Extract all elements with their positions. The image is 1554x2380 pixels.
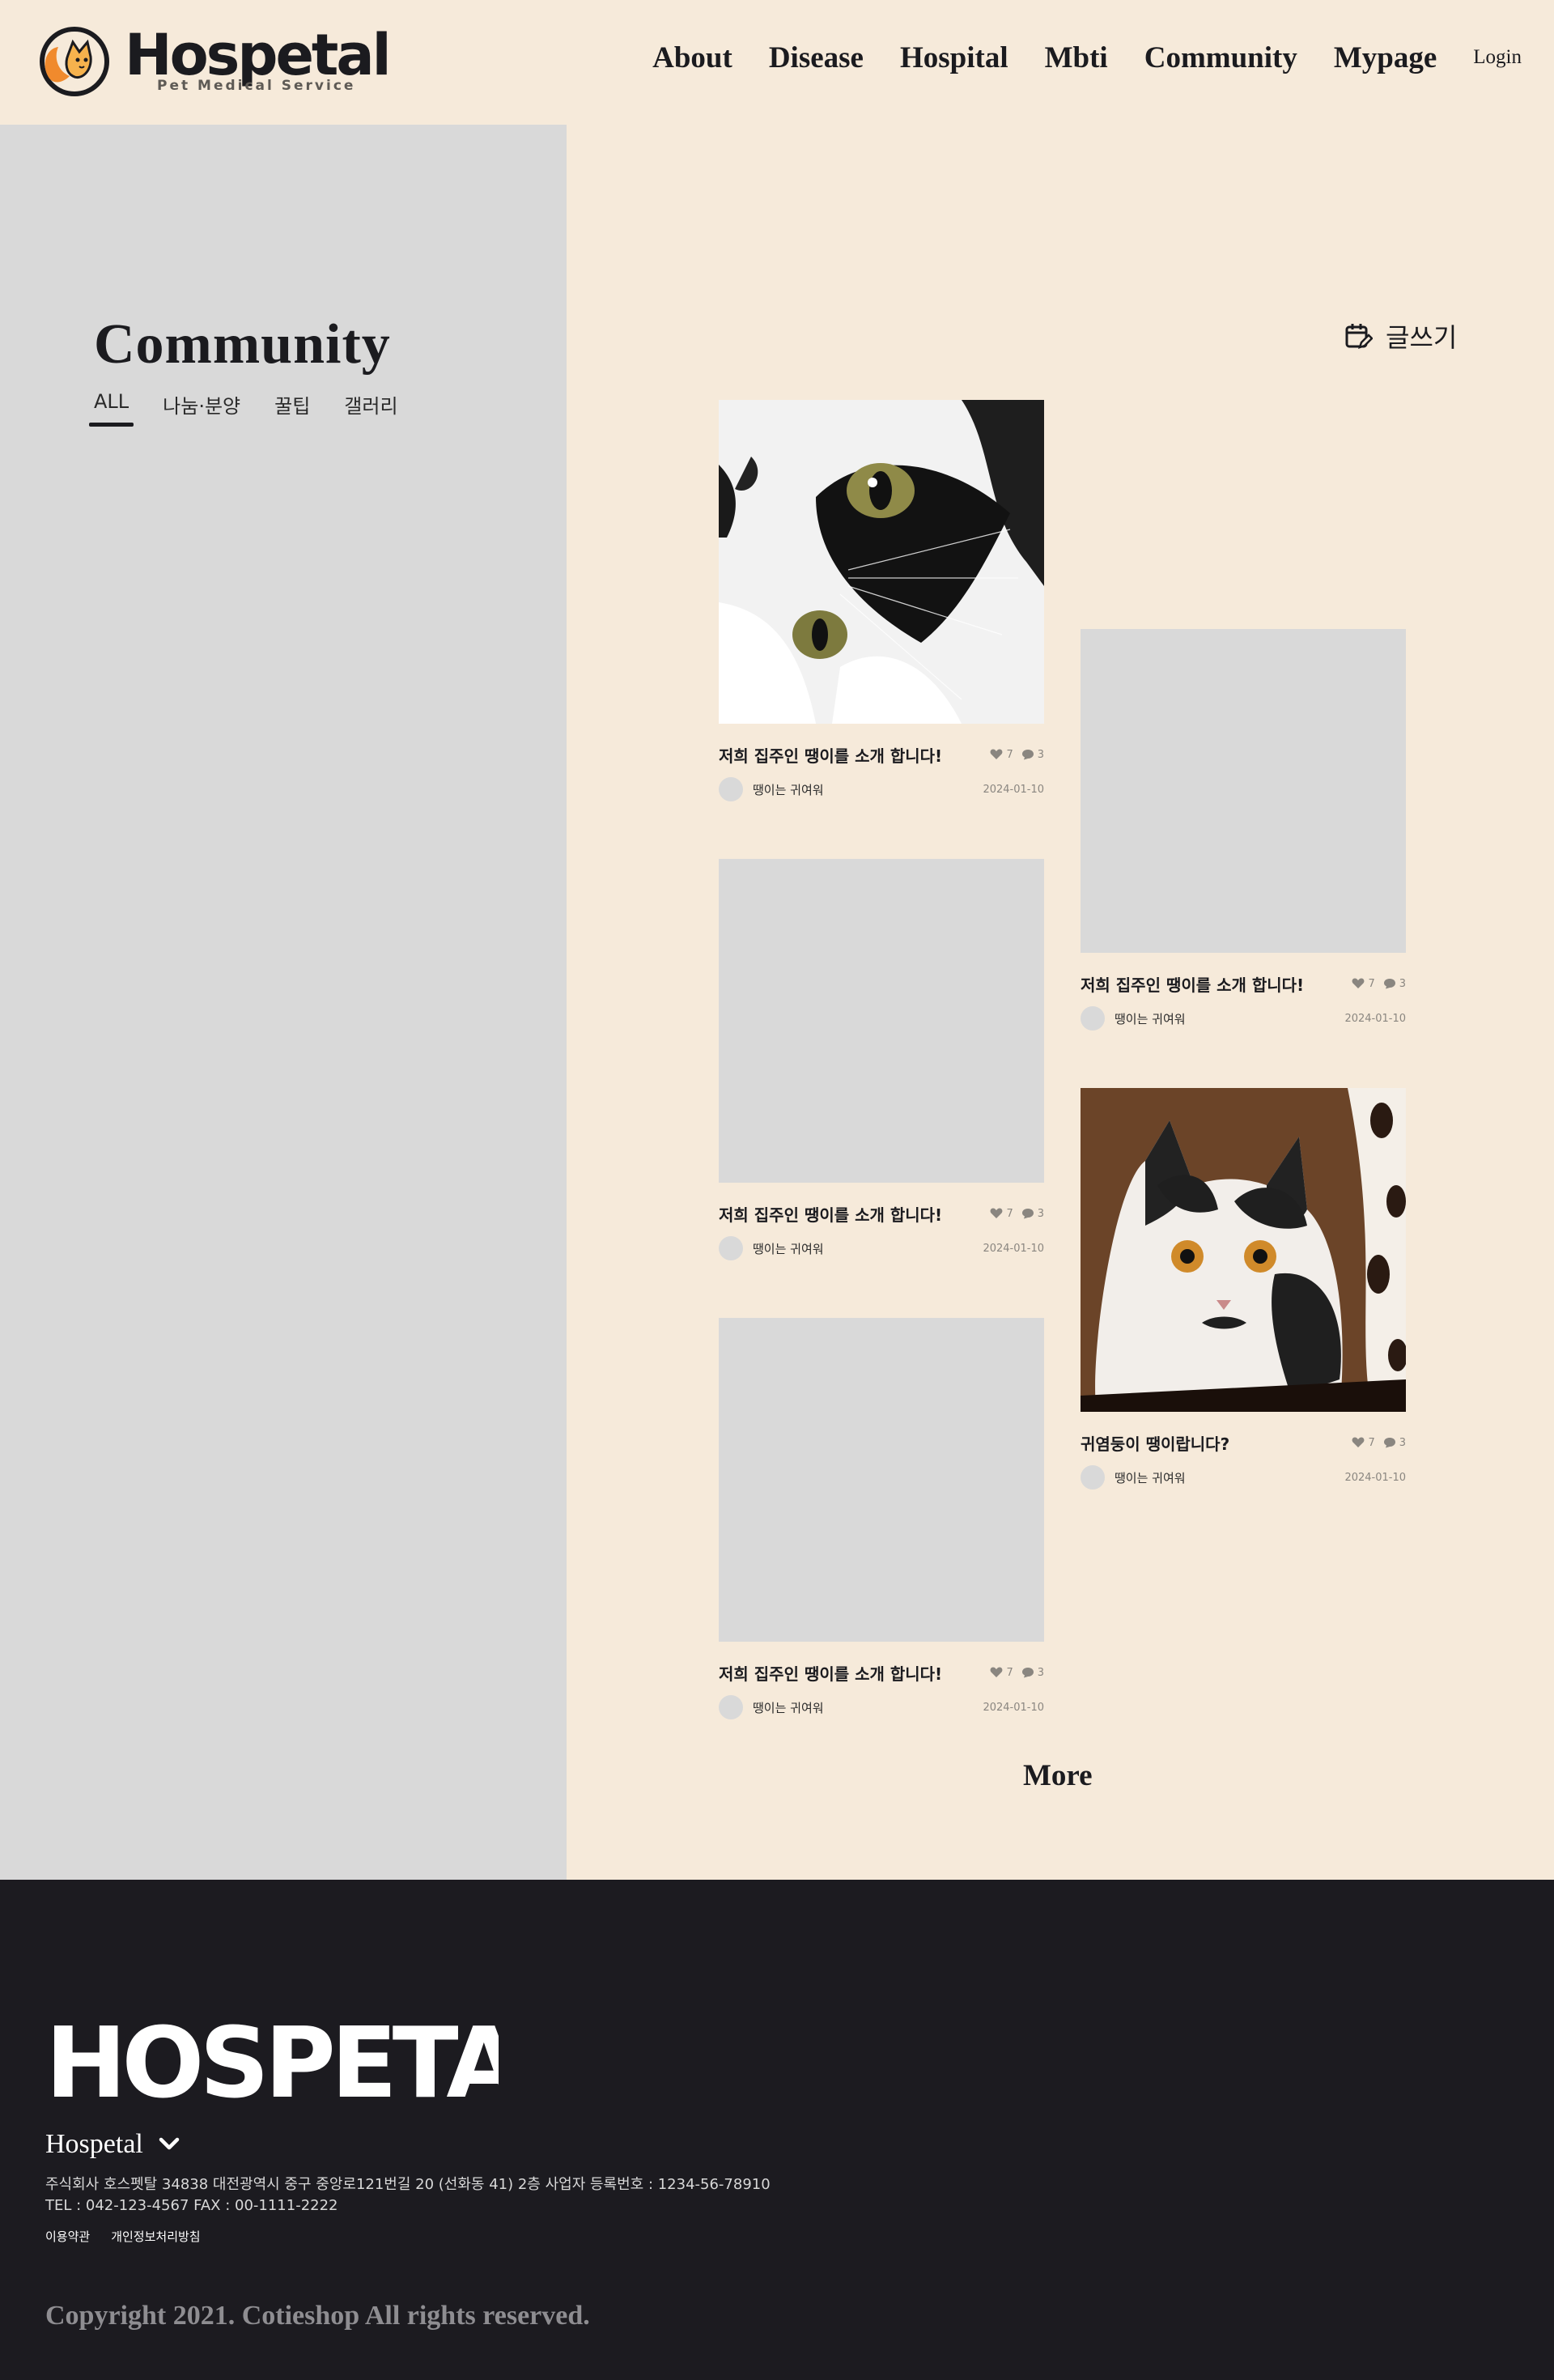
post-title[interactable]: 귀염둥이 땡이랍니다? (1081, 1431, 1229, 1455)
write-button-label: 글쓰기 (1386, 322, 1458, 353)
comment-icon (1383, 979, 1395, 989)
like-count: 7 (1006, 1666, 1013, 1679)
site-footer: HOSPETAL Hospetal 주식회사 호스펫탈 34838 대전광역시 … (0, 1880, 1554, 2380)
page-title: Community (94, 313, 391, 376)
comment-icon (1383, 1438, 1395, 1448)
brand-logo[interactable]: Hospetal Pet Medical Service (34, 23, 392, 97)
post-card[interactable]: 귀염둥이 땡이랍니다? 7 3 땡이는 귀여워 2024-01-10 (1081, 1088, 1406, 1490)
post-author[interactable]: 땡이는 귀여워 (719, 777, 824, 801)
avatar (1081, 1006, 1105, 1031)
post-card[interactable]: 저희 집주인 땡이를 소개 합니다! 7 3 땡이는 귀여워 2024-01-1… (719, 859, 1044, 1260)
comment-icon (1021, 750, 1034, 760)
main-nav: About Disease Hospital Mbti Community My… (616, 37, 1522, 78)
avatar (719, 1236, 743, 1260)
post-card[interactable]: 저희 집주인 땡이를 소개 합니다! 7 3 땡이는 귀여워 2024-01-1… (719, 400, 1044, 801)
copyright: Copyright 2021. Cotieshop All rights res… (45, 2301, 590, 2331)
avatar (719, 1695, 743, 1719)
avatar (1081, 1465, 1105, 1490)
post-title[interactable]: 저희 집주인 땡이를 소개 합니다! (1081, 972, 1304, 996)
nav-hospital[interactable]: Hospital (900, 40, 1008, 75)
like-count: 7 (1006, 1207, 1013, 1220)
post-thumbnail[interactable] (1081, 629, 1406, 953)
tab-tips[interactable]: 꿀팁 (270, 390, 315, 427)
terms-link[interactable]: 이용약관 (45, 2228, 90, 2245)
post-date: 2024-01-10 (983, 1242, 1044, 1255)
heart-icon (991, 1208, 1003, 1218)
heart-icon (991, 749, 1003, 759)
site-header: Hospetal Pet Medical Service About Disea… (0, 0, 1554, 125)
comment-count: 3 (1037, 1207, 1044, 1220)
post-stats: 7 3 (982, 1667, 1044, 1679)
company-name: Hospetal (45, 2129, 143, 2159)
post-stats: 7 3 (1344, 1437, 1406, 1449)
cat-in-box-photo (1081, 1088, 1406, 1412)
post-author[interactable]: 땡이는 귀여워 (719, 1695, 824, 1719)
login-link[interactable]: Login (1473, 46, 1522, 69)
comment-count: 3 (1399, 1436, 1406, 1449)
heart-icon (991, 1667, 1003, 1677)
comment-count: 3 (1037, 748, 1044, 761)
nav-disease[interactable]: Disease (769, 40, 864, 75)
post-stats: 7 3 (982, 1208, 1044, 1220)
nav-mbti[interactable]: Mbti (1045, 40, 1108, 75)
tab-gallery[interactable]: 갤러리 (339, 390, 402, 427)
post-date: 2024-01-10 (1344, 1471, 1406, 1484)
post-stats: 7 3 (982, 749, 1044, 761)
footer-logo-text: HOSPETAL (45, 2008, 499, 2120)
cat-closeup-photo (719, 400, 1044, 724)
post-author[interactable]: 땡이는 귀여워 (1081, 1465, 1186, 1490)
author-name: 땡이는 귀여워 (1115, 1470, 1186, 1485)
post-stats: 7 3 (1344, 978, 1406, 990)
author-name: 땡이는 귀여워 (753, 782, 824, 797)
category-tabs: ALL 나눔·분양 꿀팁 갤러리 (89, 390, 427, 427)
company-toggle[interactable]: Hospetal (45, 2129, 180, 2160)
write-post-button[interactable]: 글쓰기 (1344, 317, 1457, 355)
nav-mypage[interactable]: Mypage (1334, 40, 1437, 75)
post-card[interactable]: 저희 집주인 땡이를 소개 합니다! 7 3 땡이는 귀여워 2024-01-1… (719, 1318, 1044, 1719)
author-name: 땡이는 귀여워 (753, 1700, 824, 1715)
post-thumbnail[interactable] (719, 400, 1044, 724)
post-date: 2024-01-10 (983, 783, 1044, 796)
like-count: 7 (1368, 1436, 1375, 1449)
post-title[interactable]: 저희 집주인 땡이를 소개 합니다! (719, 1202, 942, 1226)
post-author[interactable]: 땡이는 귀여워 (719, 1236, 824, 1260)
author-name: 땡이는 귀여워 (1115, 1011, 1186, 1026)
comment-count: 3 (1399, 977, 1406, 990)
post-thumbnail[interactable] (719, 1318, 1044, 1642)
tab-sharing-adoption[interactable]: 나눔·분양 (158, 390, 245, 427)
chevron-down-icon (159, 2137, 180, 2150)
company-info: 주식회사 호스펫탈 34838 대전광역시 중구 중앙로121번길 20 (선화… (45, 2174, 771, 2216)
post-thumbnail[interactable] (1081, 1088, 1406, 1412)
post-title[interactable]: 저희 집주인 땡이를 소개 합니다! (719, 1661, 942, 1685)
post-author[interactable]: 땡이는 귀여워 (1081, 1006, 1186, 1031)
more-button[interactable]: More (1023, 1758, 1093, 1793)
comment-icon (1021, 1668, 1034, 1678)
post-thumbnail[interactable] (719, 859, 1044, 1183)
nav-about[interactable]: About (652, 40, 732, 75)
comment-icon (1021, 1209, 1034, 1219)
like-count: 7 (1368, 977, 1375, 990)
footer-logo[interactable]: HOSPETAL (45, 2001, 499, 2123)
calendar-edit-icon (1345, 324, 1373, 349)
post-title[interactable]: 저희 집주인 땡이를 소개 합니다! (719, 743, 942, 767)
privacy-link[interactable]: 개인정보처리방침 (111, 2228, 200, 2245)
logo-cat-icon (40, 27, 109, 96)
company-contact: TEL : 042-123-4567 FAX : 00-1111-2222 (45, 2197, 338, 2214)
like-count: 7 (1006, 748, 1013, 761)
post-date: 2024-01-10 (983, 1701, 1044, 1714)
tab-all[interactable]: ALL (89, 390, 134, 427)
heart-icon (1352, 978, 1365, 988)
company-address: 주식회사 호스펫탈 34838 대전광역시 중구 중앙로121번길 20 (선화… (45, 2176, 771, 2193)
post-card[interactable]: 저희 집주인 땡이를 소개 합니다! 7 3 땡이는 귀여워 2024-01-1… (1081, 629, 1406, 1031)
author-name: 땡이는 귀여워 (753, 1241, 824, 1256)
post-date: 2024-01-10 (1344, 1012, 1406, 1025)
sidebar-panel (0, 125, 567, 1880)
avatar (719, 777, 743, 801)
logo-tagline: Pet Medical Service (157, 78, 356, 94)
footer-links: 이용약관 개인정보처리방침 (45, 2228, 222, 2245)
heart-icon (1352, 1437, 1365, 1447)
nav-community[interactable]: Community (1144, 40, 1297, 75)
comment-count: 3 (1037, 1666, 1044, 1679)
